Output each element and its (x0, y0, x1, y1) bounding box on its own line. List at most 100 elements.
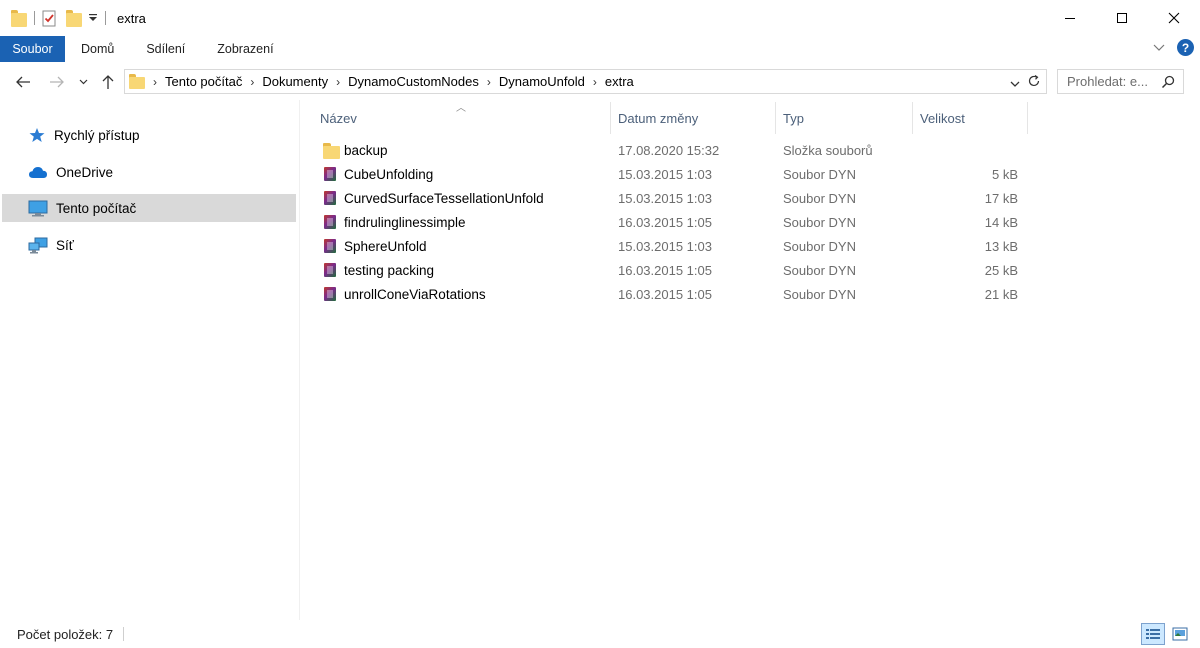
maximize-button[interactable] (1096, 0, 1148, 36)
file-name: SphereUnfold (344, 239, 427, 254)
file-date: 15.03.2015 1:03 (618, 191, 712, 206)
properties-icon[interactable] (42, 10, 57, 27)
refresh-icon (1028, 75, 1040, 87)
folder-icon[interactable] (11, 9, 27, 27)
file-row-testing-packing[interactable]: testing packing 16.03.2015 1:05 Soubor D… (320, 259, 1030, 283)
file-size: 13 kB (984, 239, 1018, 254)
breadcrumb-tento-pocitac[interactable]: Tento počítač (165, 74, 242, 89)
file-size: 21 kB (984, 287, 1018, 302)
file-type: Soubor DYN (783, 191, 856, 206)
folder-icon (129, 74, 145, 89)
column-divider[interactable] (610, 102, 611, 134)
customize-toolbar-icon[interactable] (88, 11, 98, 26)
file-row-curvedsurface[interactable]: CurvedSurfaceTessellationUnfold 15.03.20… (320, 187, 1030, 211)
dyn-file-icon (323, 191, 338, 206)
nav-item-label: Tento počítač (56, 200, 137, 216)
breadcrumb-chevron-icon[interactable]: › (487, 75, 491, 89)
cloud-icon (29, 167, 47, 178)
column-divider[interactable] (775, 102, 776, 134)
file-name: testing packing (344, 263, 435, 278)
file-date: 17.08.2020 15:32 (618, 143, 720, 158)
breadcrumb-chevron-icon[interactable]: › (593, 75, 597, 89)
dyn-file-icon (323, 167, 338, 182)
file-size: 5 kB (991, 167, 1018, 182)
refresh-button[interactable] (1027, 74, 1041, 91)
network-icon (28, 237, 48, 253)
quick-access-toolbar (0, 0, 113, 36)
arrow-left-icon (16, 76, 30, 88)
search-placeholder: Prohledat: e... (1067, 74, 1148, 89)
ribbon-tabs: Soubor Domů Sdílení Zobrazení ? (0, 36, 1200, 62)
file-size: 14 kB (984, 215, 1018, 230)
up-button[interactable] (98, 70, 118, 94)
file-row-unrollcone[interactable]: unrollConeViaRotations 16.03.2015 1:05 S… (320, 283, 1030, 307)
column-divider[interactable] (912, 102, 913, 134)
back-button[interactable] (12, 70, 34, 94)
close-button[interactable] (1148, 0, 1200, 36)
tab-soubor[interactable]: Soubor (0, 36, 65, 62)
window-controls (1044, 0, 1200, 36)
ribbon-right-controls: ? (1153, 39, 1194, 56)
file-date: 15.03.2015 1:03 (618, 167, 712, 182)
minimize-icon (1065, 18, 1075, 19)
nav-item-tento-pocitac[interactable]: Tento počítač (2, 194, 296, 222)
file-date: 16.03.2015 1:05 (618, 287, 712, 302)
file-list: ︿ Název Datum změny Typ Velikost backup … (300, 100, 1200, 620)
large-icons-view-icon (1172, 627, 1188, 641)
file-name: findrulinglinessimple (344, 215, 466, 230)
chevron-down-icon (79, 79, 87, 85)
file-type: Soubor DYN (783, 167, 856, 182)
file-row-sphereunfold[interactable]: SphereUnfold 15.03.2015 1:03 Soubor DYN … (320, 235, 1030, 259)
forward-button[interactable] (46, 70, 68, 94)
toolbar-separator (34, 11, 35, 25)
column-header-size[interactable]: Velikost (920, 104, 1025, 132)
breadcrumb-dynamocustomnodes[interactable]: DynamoCustomNodes (348, 74, 479, 89)
dyn-file-icon (323, 215, 338, 230)
file-size: 17 kB (984, 191, 1018, 206)
new-folder-icon[interactable] (66, 9, 82, 27)
address-history-button[interactable] (1010, 76, 1020, 91)
nav-item-rychly-pristup[interactable]: Rychlý přístup (2, 121, 296, 149)
view-switcher (1141, 623, 1192, 645)
file-type: Soubor DYN (783, 263, 856, 278)
breadcrumb-chevron-icon[interactable]: › (250, 75, 254, 89)
file-name: CubeUnfolding (344, 167, 434, 182)
nav-item-sit[interactable]: Síť (2, 231, 296, 259)
breadcrumb-dynamounfold[interactable]: DynamoUnfold (499, 74, 585, 89)
column-header-type[interactable]: Typ (783, 104, 910, 132)
maximize-icon (1117, 13, 1127, 23)
column-divider[interactable] (1027, 102, 1028, 134)
address-bar[interactable]: › Tento počítač › Dokumenty › DynamoCust… (124, 69, 1047, 94)
breadcrumb-dokumenty[interactable]: Dokumenty (262, 74, 328, 89)
address-row: › Tento počítač › Dokumenty › DynamoCust… (0, 66, 1200, 98)
file-row-findrulinglines[interactable]: findrulinglinessimple 16.03.2015 1:05 So… (320, 211, 1030, 235)
expand-ribbon-button[interactable] (1153, 40, 1165, 55)
nav-item-onedrive[interactable]: OneDrive (2, 158, 296, 186)
breadcrumb-chevron-icon[interactable]: › (336, 75, 340, 89)
breadcrumb-extra[interactable]: extra (605, 74, 634, 89)
column-header-date[interactable]: Datum změny (618, 104, 773, 132)
chevron-down-icon (1153, 44, 1165, 51)
tab-domu[interactable]: Domů (65, 36, 130, 62)
recent-locations-button[interactable] (76, 70, 90, 94)
tab-sdileni[interactable]: Sdílení (130, 36, 201, 62)
minimize-button[interactable] (1044, 0, 1096, 36)
large-icons-view-button[interactable] (1168, 623, 1192, 645)
close-icon (1168, 12, 1180, 24)
nav-item-label: Rychlý přístup (54, 127, 140, 143)
breadcrumb-chevron-icon[interactable]: › (153, 75, 157, 89)
details-view-button[interactable] (1141, 623, 1165, 645)
nav-item-label: Síť (56, 237, 74, 253)
file-date: 16.03.2015 1:05 (618, 263, 712, 278)
file-type: Soubor DYN (783, 287, 856, 302)
toolbar-separator (105, 11, 106, 25)
dyn-file-icon (323, 239, 338, 254)
tab-zobrazeni[interactable]: Zobrazení (201, 36, 289, 62)
search-input[interactable]: Prohledat: e... (1057, 69, 1184, 94)
file-row-cubeunfolding[interactable]: CubeUnfolding 15.03.2015 1:03 Soubor DYN… (320, 163, 1030, 187)
column-header-name[interactable]: Název (320, 104, 608, 132)
status-separator (123, 627, 125, 641)
file-row-backup[interactable]: backup 17.08.2020 15:32 Složka souborů (320, 139, 1030, 163)
folder-icon (323, 143, 340, 159)
help-icon[interactable]: ? (1177, 39, 1194, 56)
